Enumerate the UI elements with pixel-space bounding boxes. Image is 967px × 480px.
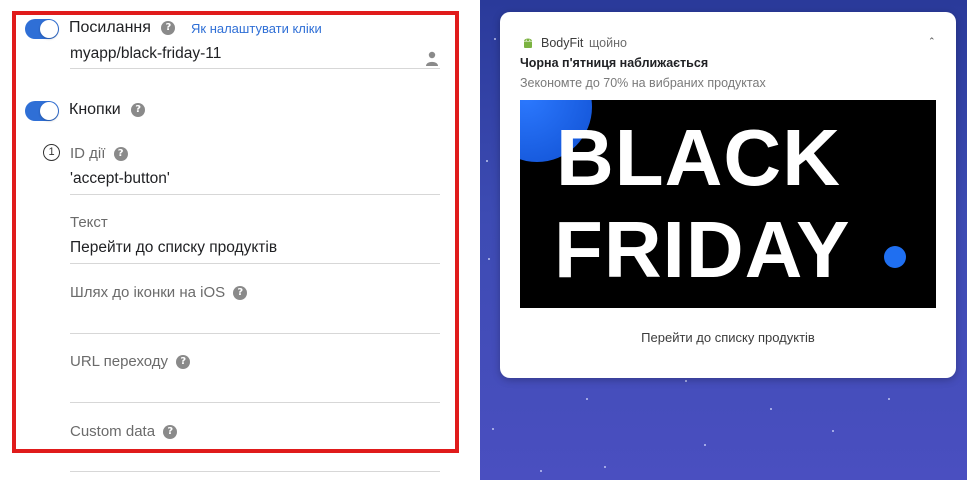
push-notification-card[interactable]: BodyFit щойно ⌃ Чорна п'ятниця наближаєт…	[500, 12, 956, 378]
notification-settings-form: Посилання ? Як налаштувати кліки myapp/b…	[0, 0, 480, 480]
ios-icon-path-label: Шлях до іконки на iOS ?	[70, 284, 248, 301]
buttons-section-title: Кнопки ?	[69, 101, 146, 119]
divider	[70, 263, 440, 264]
action-id-input[interactable]: 'accept-button'	[70, 170, 170, 188]
help-icon[interactable]: ?	[176, 355, 191, 370]
divider	[70, 333, 440, 334]
banner-line-1: BLACK	[556, 113, 841, 202]
help-icon[interactable]: ?	[163, 425, 178, 440]
action-id-label: ID дії ?	[70, 145, 128, 162]
url-label: URL переходу ?	[70, 353, 191, 370]
links-section-title: Посилання ?	[69, 19, 176, 37]
help-icon[interactable]: ?	[113, 147, 128, 162]
custom-data-label: Custom data ?	[70, 423, 178, 440]
how-to-configure-clicks-link[interactable]: Як налаштувати кліки	[191, 21, 322, 36]
links-toggle[interactable]	[25, 19, 59, 39]
custom-data-input[interactable]	[70, 448, 440, 470]
app-name: BodyFit	[541, 36, 584, 50]
link-input[interactable]: myapp/black-friday-11	[70, 45, 221, 63]
notification-action-button[interactable]: Перейти до списку продуктів	[500, 330, 956, 345]
url-input[interactable]	[70, 378, 440, 400]
button-text-input[interactable]: Перейти до списку продуктів	[70, 239, 277, 257]
divider	[70, 68, 440, 69]
help-icon[interactable]: ?	[161, 20, 176, 35]
notification-body: Зекономте до 70% на вибраних продуктах	[520, 76, 766, 90]
chevron-up-icon[interactable]: ⌃	[928, 36, 936, 47]
notification-title: Чорна п'ятниця наближається	[520, 56, 709, 70]
help-icon[interactable]: ?	[131, 102, 146, 117]
ios-icon-path-input[interactable]	[70, 309, 440, 331]
notification-banner-image: BLACK FRIDAY	[520, 100, 936, 308]
notification-time: щойно	[589, 36, 627, 50]
person-icon[interactable]	[426, 51, 438, 66]
divider	[70, 194, 440, 195]
button-index-badge: 1	[43, 144, 60, 161]
notification-preview-panel: BodyFit щойно ⌃ Чорна п'ятниця наближаєт…	[480, 0, 967, 480]
divider	[70, 402, 440, 403]
android-icon	[524, 38, 532, 48]
divider	[70, 471, 440, 472]
button-text-label: Текст	[70, 214, 108, 231]
banner-line-2: FRIDAY	[554, 205, 851, 294]
help-icon[interactable]: ?	[233, 286, 248, 301]
buttons-toggle[interactable]	[25, 101, 59, 121]
